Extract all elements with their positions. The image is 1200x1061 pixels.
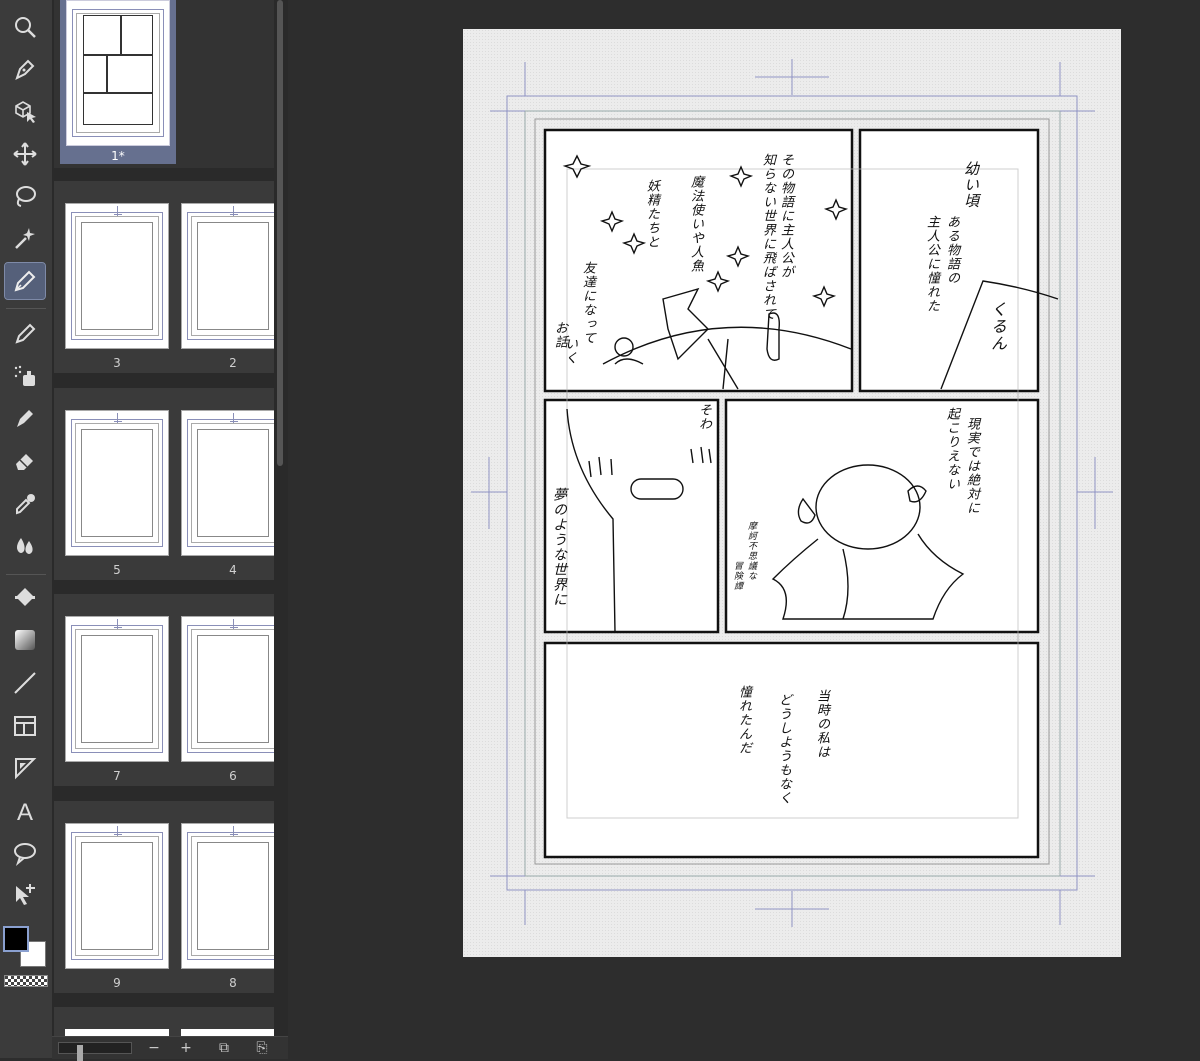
pencil-icon[interactable] <box>5 316 45 352</box>
line-icon[interactable] <box>5 665 45 701</box>
svg-text:A: A <box>17 799 33 824</box>
page-thumbnail-6[interactable] <box>181 616 285 762</box>
page-thumbnail-8[interactable] <box>181 823 285 969</box>
page-panel-footer: − + ⧉ ⎘ <box>52 1036 288 1061</box>
page-panel-scrollbar[interactable] <box>274 0 286 1058</box>
panel2-narration-line3: 主人公に憧れた <box>924 215 939 313</box>
page-thumbnail-5[interactable] <box>65 410 169 556</box>
page-row-1: 1* <box>54 0 274 168</box>
magic-wand-icon[interactable] <box>5 220 45 256</box>
pen-nib-icon[interactable] <box>5 51 45 87</box>
page-number-1: 1* <box>111 149 125 163</box>
thumbnail-size-slider[interactable] <box>58 1042 132 1061</box>
duplicate-page-button[interactable]: ⧉ <box>214 1038 234 1058</box>
page-spread-3-2: 3 2 <box>54 181 285 373</box>
manga-canvas-page[interactable]: その物語に主人公が 知らない世界に飛ばされて 魔法使いや人魚 妖精たちと 友達に… <box>463 29 1121 957</box>
eraser-icon[interactable] <box>5 443 45 479</box>
droplets-icon[interactable] <box>5 528 45 564</box>
panel1-narration-line7: お話 <box>552 321 567 349</box>
panel4-narration-line2: 起こりえない <box>944 407 959 491</box>
text-icon[interactable]: A <box>5 793 45 829</box>
eyedropper-icon[interactable] <box>5 486 45 522</box>
panel1-narration-line3: 魔法使いや人魚 <box>688 175 703 273</box>
page-spread-7-6: 7 6 <box>54 594 285 786</box>
panel4-small-text-line2: 冒険譚 <box>732 561 742 591</box>
panel1-narration-line1: その物語に主人公が <box>778 153 793 279</box>
panel4-small-text-line1: 摩訶不思議な <box>746 521 756 581</box>
panel3-narration: 夢のような世界に <box>551 487 567 607</box>
paint-bucket-icon[interactable] <box>5 580 45 616</box>
page-number-7: 7 <box>113 769 121 783</box>
panel3-sound-effect: そわ <box>696 403 711 431</box>
selected-page-highlight[interactable]: 1* <box>60 0 176 164</box>
panel1-narration-line4: 妖精たちと <box>644 179 659 249</box>
marker-icon[interactable] <box>5 400 45 436</box>
page-number-5: 5 <box>113 563 121 577</box>
page-number-4: 4 <box>229 563 237 577</box>
ruler-triangle-icon[interactable] <box>5 750 45 786</box>
page-number-8: 8 <box>229 976 237 990</box>
vector-arrow-icon[interactable] <box>5 877 45 913</box>
panel1-narration-line5: 友達になって <box>580 261 595 345</box>
speech-balloon-icon[interactable] <box>5 835 45 871</box>
frame-icon[interactable] <box>5 708 45 744</box>
page-number-6: 6 <box>229 769 237 783</box>
cube-cursor-icon[interactable] <box>5 93 45 129</box>
page-thumbnail-3[interactable] <box>65 203 169 349</box>
panel4-narration-line1: 現実では絶対に <box>964 417 979 515</box>
page-number-3: 3 <box>113 356 121 370</box>
panel2-narration-line1: 幼い頃 <box>962 161 980 209</box>
tool-bar: A <box>0 0 53 1058</box>
page-spread-9-8: 9 8 <box>54 801 285 993</box>
page-number-9: 9 <box>113 976 121 990</box>
page-thumbnail-4[interactable] <box>181 410 285 556</box>
zoom-out-button[interactable]: − <box>144 1038 164 1058</box>
page-thumbnail-1[interactable] <box>66 0 170 146</box>
airbrush-icon[interactable] <box>5 358 45 394</box>
page-spread-partial <box>54 1007 285 1037</box>
page-spread-5-4: 5 4 <box>54 388 285 580</box>
panel1-narration-line2: 知らない世界に飛ばされて <box>760 153 775 321</box>
page-number-2: 2 <box>229 356 237 370</box>
pen-icon[interactable] <box>4 262 46 300</box>
magnifier-icon[interactable] <box>5 9 45 45</box>
move-arrows-icon[interactable] <box>5 136 45 172</box>
add-page-button[interactable]: ⎘ <box>252 1038 272 1058</box>
page-thumbnail-9[interactable] <box>65 823 169 969</box>
panel5-narration-line1: 当時の私は <box>814 689 829 759</box>
page-thumbnail-2[interactable] <box>181 203 285 349</box>
main-color-swatch[interactable] <box>3 926 29 952</box>
gradient-icon[interactable] <box>5 622 45 658</box>
transparent-color-swatch[interactable] <box>4 975 48 987</box>
panel5-narration-line3: 憧れたんだ <box>736 685 751 755</box>
page-thumbnail-7[interactable] <box>65 616 169 762</box>
zoom-in-button[interactable]: + <box>176 1038 196 1058</box>
panel5-narration-line2: どうしようもなく <box>776 693 791 805</box>
panel2-narration-line2: ある物語の <box>944 215 959 285</box>
lasso-icon[interactable] <box>5 178 45 214</box>
scroll-thumb[interactable] <box>277 0 283 466</box>
page-manager-panel: 1* 3 2 5 4 7 6 9 8 <box>52 0 288 1058</box>
panel2-sound-effect: くるん <box>988 301 1007 352</box>
